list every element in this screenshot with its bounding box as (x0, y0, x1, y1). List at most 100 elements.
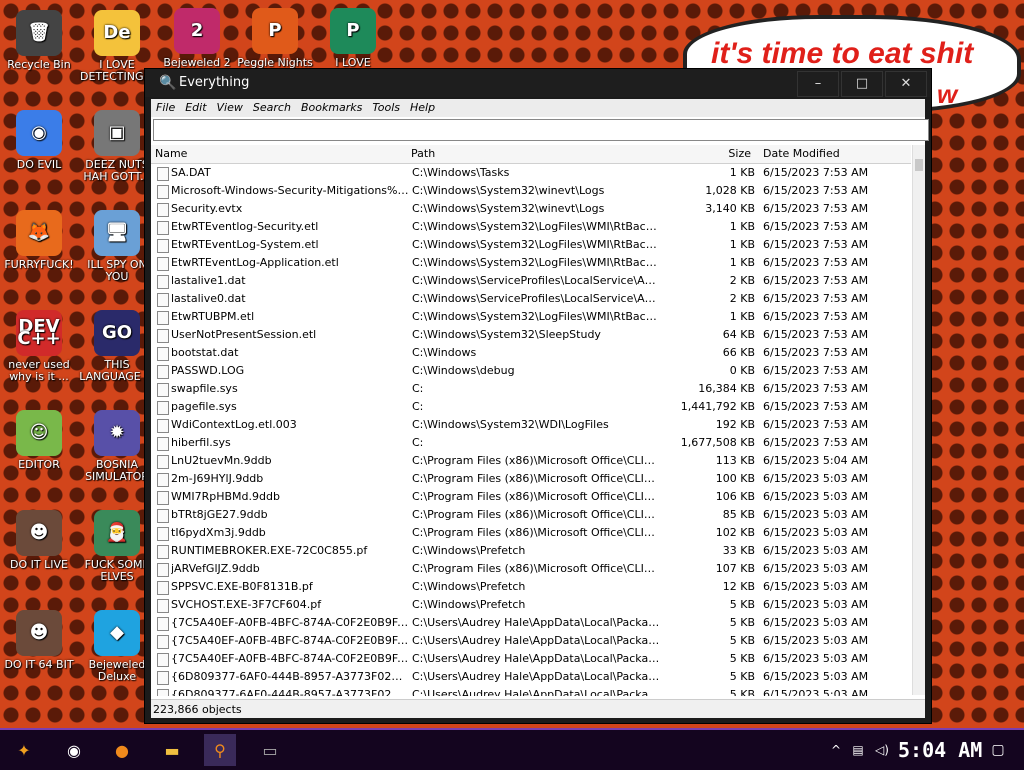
file-name: UserNotPresentSession.etl (171, 328, 317, 341)
table-row[interactable]: Microsoft-Windows-Security-Mitigations%4… (151, 182, 911, 200)
file-icon (157, 473, 169, 487)
table-row[interactable]: RUNTIMEBROKER.EXE-72C0C855.pf C:\Windows\… (151, 542, 911, 560)
file-size: 1 KB (729, 238, 755, 251)
table-row[interactable]: SVCHOST.EXE-3F7CF604.pf C:\Windows\Prefet… (151, 596, 911, 614)
close-button[interactable]: ✕ (885, 71, 927, 97)
chrome-icon[interactable]: ◉ (58, 734, 90, 766)
table-row[interactable]: EtwRTEventLog-System.etl C:\Windows\Syste… (151, 236, 911, 254)
table-row[interactable]: EtwRTEventlog-Security.etl C:\Windows\Sys… (151, 218, 911, 236)
file-icon (157, 581, 169, 595)
file-name: SA.DAT (171, 166, 211, 179)
table-row[interactable]: LnU2tuevMn.9ddb C:\Program Files (x86)\Mi… (151, 452, 911, 470)
desktop-icon-label: DO IT LIVE (10, 558, 68, 571)
table-row[interactable]: {7C5A40EF-A0FB-4BFC-874A-C0F2E0B9FA8E}..… (151, 650, 911, 668)
file-icon (157, 221, 169, 235)
menu-bookmarks[interactable]: Bookmarks (296, 99, 367, 114)
table-row[interactable]: jARVefGlJZ.9ddb C:\Program Files (x86)\Mi… (151, 560, 911, 578)
file-size: 3,140 KB (705, 202, 755, 215)
table-row[interactable]: WMI7RpHBMd.9ddb C:\Program Files (x86)\Mi… (151, 488, 911, 506)
file-icon (157, 239, 169, 253)
desktop-icon[interactable]: DEV C++ never used why is it ... (0, 310, 78, 383)
app-icon: ☻ (16, 610, 62, 656)
desktop-icon[interactable]: ☻ DO IT 64 BIT (0, 610, 78, 671)
table-row[interactable]: swapfile.sys C: 16,384 KB 6/15/2023 7:53 AM (151, 380, 911, 398)
file-icon (157, 671, 169, 685)
file-name: PASSWD.LOG (171, 364, 245, 377)
column-name[interactable]: Name (155, 147, 187, 160)
menu-tools[interactable]: Tools (367, 99, 405, 114)
file-size: 107 KB (715, 562, 755, 575)
table-row[interactable]: {6D809377-6AF0-444B-8957-A3773F02200E}..… (151, 686, 911, 696)
desktop-icon[interactable]: 🗑 Recycle Bin (0, 10, 78, 71)
everything-icon[interactable]: ⚲ (204, 734, 236, 766)
table-row[interactable]: {6D809377-6AF0-444B-8957-A3773F02200E}..… (151, 668, 911, 686)
monitor-icon[interactable]: ▭ (254, 734, 286, 766)
table-row[interactable]: bootstat.dat C:\Windows 66 KB 6/15/2023 7:5… (151, 344, 911, 362)
menu-search[interactable]: Search (248, 99, 296, 114)
search-input[interactable] (153, 119, 929, 141)
file-name: EtwRTEventLog-Application.etl (171, 256, 339, 269)
desktop-icon[interactable]: ◉ DO EVIL (0, 110, 78, 171)
file-icon (157, 689, 169, 696)
vertical-scrollbar[interactable] (912, 145, 925, 695)
file-date: 6/15/2023 5:03 AM (763, 634, 869, 647)
file-icon (157, 167, 169, 181)
file-name: Security.evtx (171, 202, 243, 215)
table-row[interactable]: bTRt8jGE27.9ddb C:\Program Files (x86)\Mi… (151, 506, 911, 524)
maximize-button[interactable]: □ (841, 71, 883, 97)
file-date: 6/15/2023 7:53 AM (763, 400, 869, 413)
table-row[interactable]: 2m-J69HYlJ.9ddb C:\Program Files (x86)\Mi… (151, 470, 911, 488)
app-icon: De (94, 10, 140, 56)
taskbar: ✦ ◉ ● ▬ ⚲ ▭ ^ ▤ ◁) 5:04 AM ▢ (0, 728, 1024, 770)
clock[interactable]: 5:04 AM (898, 738, 982, 762)
table-row[interactable]: EtwRTUBPM.etl C:\Windows\System32\LogFile… (151, 308, 911, 326)
explorer-icon[interactable]: ▬ (156, 734, 188, 766)
table-row[interactable]: pagefile.sys C: 1,441,792 KB 6/15/2023 7:53… (151, 398, 911, 416)
volume-icon[interactable]: ◁) (866, 734, 898, 766)
menu-help[interactable]: Help (405, 99, 440, 114)
table-row[interactable]: SA.DAT C:\Windows\Tasks 1 KB 6/15/2023 7:53… (151, 164, 911, 182)
file-icon (157, 419, 169, 433)
menu-view[interactable]: View (212, 99, 248, 114)
app-icon: P (330, 8, 376, 54)
minimize-button[interactable]: – (797, 71, 839, 97)
file-size: 1,677,508 KB (680, 436, 755, 449)
table-row[interactable]: {7C5A40EF-A0FB-4BFC-874A-C0F2E0B9FA8E}..… (151, 632, 911, 650)
desktop-icon[interactable]: ☺ EDITOR (0, 410, 78, 471)
file-icon (157, 329, 169, 343)
file-icon (157, 617, 169, 631)
desktop-icon[interactable]: 🦊 FURRYFUCK! (0, 210, 78, 271)
table-row[interactable]: SPPSVC.EXE-B0F8131B.pf C:\Windows\Prefetc… (151, 578, 911, 596)
table-row[interactable]: {7C5A40EF-A0FB-4BFC-874A-C0F2E0B9FA8E}..… (151, 614, 911, 632)
column-date-modified[interactable]: Date Modified (763, 147, 840, 160)
menu-bar: File Edit View Search Bookmarks Tools Help (151, 99, 925, 117)
table-row[interactable]: UserNotPresentSession.etl C:\Windows\Syst… (151, 326, 911, 344)
table-row[interactable]: lastalive1.dat C:\Windows\ServiceProfiles… (151, 272, 911, 290)
desktop-icon[interactable]: ☻ DO IT LIVE (0, 510, 78, 571)
table-row[interactable]: WdiContextLog.etl.003 C:\Windows\System32… (151, 416, 911, 434)
table-row[interactable]: lastalive0.dat C:\Windows\ServiceProfiles… (151, 290, 911, 308)
notification-icon[interactable]: ▢ (982, 734, 1014, 766)
firefox-icon[interactable]: ● (106, 734, 138, 766)
start-icon[interactable]: ✦ (8, 734, 40, 766)
table-row[interactable]: Security.evtx C:\Windows\System32\winevt\… (151, 200, 911, 218)
desktop-icon[interactable]: PI LOVE (314, 8, 392, 69)
table-row[interactable]: tI6pydXm3j.9ddb C:\Program Files (x86)\Mi… (151, 524, 911, 542)
column-path[interactable]: Path (411, 147, 435, 160)
file-date: 6/15/2023 5:03 AM (763, 580, 869, 593)
menu-file[interactable]: File (151, 99, 180, 114)
file-path: C:\Users\Audrey Hale\AppData\Local\Packa… (412, 616, 660, 629)
scrollbar-thumb[interactable] (915, 159, 923, 171)
table-row[interactable]: EtwRTEventLog-Application.etl C:\Windows\… (151, 254, 911, 272)
column-size[interactable]: Size (691, 147, 751, 160)
table-row[interactable]: PASSWD.LOG C:\Windows\debug 0 KB 6/15/2023 … (151, 362, 911, 380)
title-bar[interactable]: 🔍 Everything – □ ✕ (145, 69, 931, 97)
file-size: 0 KB (729, 364, 755, 377)
file-size: 5 KB (729, 670, 755, 683)
menu-edit[interactable]: Edit (180, 99, 211, 114)
table-row[interactable]: hiberfil.sys C: 1,677,508 KB 6/15/2023 7:53… (151, 434, 911, 452)
desktop-icon[interactable]: P Peggle Nights (236, 8, 314, 69)
file-icon (157, 311, 169, 325)
file-path: C:\Users\Audrey Hale\AppData\Local\Packa… (412, 652, 660, 665)
desktop-icon[interactable]: 2 Bejeweled 2 (158, 8, 236, 69)
